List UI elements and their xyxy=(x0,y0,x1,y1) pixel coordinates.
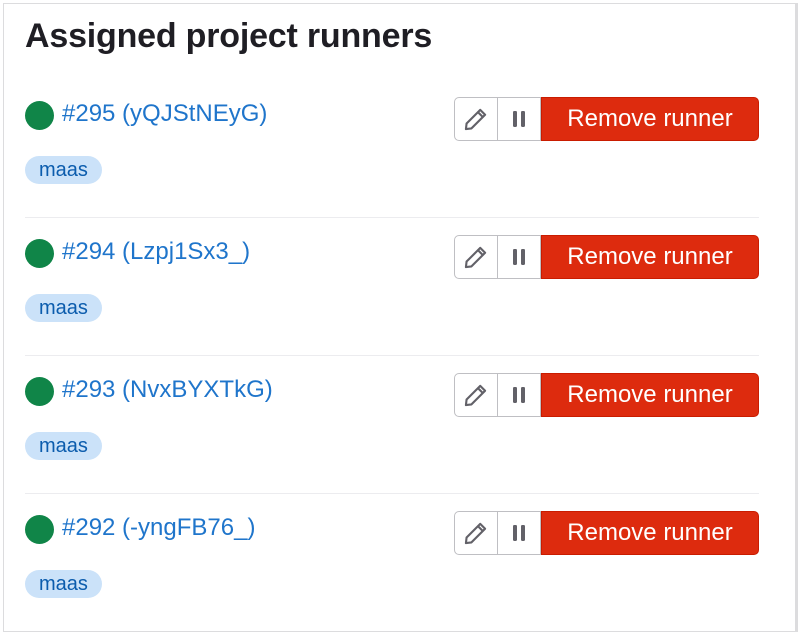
edit-runner-button[interactable] xyxy=(454,373,498,417)
runner-link[interactable]: #295 (yQJStNEyG) xyxy=(62,98,267,130)
runner-row: #293 (NvxBYXTkG) maas Remove runner xyxy=(25,356,759,494)
pause-runner-button[interactable] xyxy=(498,511,541,555)
runner-tag-badge: maas xyxy=(25,570,102,598)
edit-runner-button[interactable] xyxy=(454,97,498,141)
runner-actions: Remove runner xyxy=(454,373,759,417)
runner-tag-badge: maas xyxy=(25,156,102,184)
pause-runner-button[interactable] xyxy=(498,373,541,417)
status-dot-icon xyxy=(25,377,54,406)
runner-tag-badge: maas xyxy=(25,294,102,322)
pause-icon xyxy=(511,247,527,267)
pause-runner-button[interactable] xyxy=(498,235,541,279)
panel-title: Assigned project runners xyxy=(25,17,433,55)
runner-actions: Remove runner xyxy=(454,235,759,279)
assigned-runners-panel: Assigned project runners #295 (yQJStNEyG… xyxy=(3,3,798,632)
pencil-icon xyxy=(463,520,489,546)
runner-link[interactable]: #292 (-yngFB76_) xyxy=(62,512,255,544)
runner-tag-badge: maas xyxy=(25,432,102,460)
edit-runner-button[interactable] xyxy=(454,511,498,555)
pencil-icon xyxy=(463,382,489,408)
status-dot-icon xyxy=(25,239,54,268)
pause-runner-button[interactable] xyxy=(498,97,541,141)
remove-runner-button[interactable]: Remove runner xyxy=(541,97,759,141)
remove-runner-button[interactable]: Remove runner xyxy=(541,373,759,417)
runner-list: #295 (yQJStNEyG) maas Remove runner #294… xyxy=(25,80,759,632)
remove-runner-button[interactable]: Remove runner xyxy=(541,511,759,555)
pencil-icon xyxy=(463,106,489,132)
runner-row: #295 (yQJStNEyG) maas Remove runner xyxy=(25,80,759,218)
pause-icon xyxy=(511,109,527,129)
remove-runner-button[interactable]: Remove runner xyxy=(541,235,759,279)
runner-actions: Remove runner xyxy=(454,97,759,141)
pause-icon xyxy=(511,523,527,543)
edit-runner-button[interactable] xyxy=(454,235,498,279)
status-dot-icon xyxy=(25,101,54,130)
runner-link[interactable]: #294 (Lzpj1Sx3_) xyxy=(62,236,250,268)
runner-link[interactable]: #293 (NvxBYXTkG) xyxy=(62,374,273,406)
status-dot-icon xyxy=(25,515,54,544)
pause-icon xyxy=(511,385,527,405)
runner-row: #292 (-yngFB76_) maas Remove runner xyxy=(25,494,759,632)
runner-actions: Remove runner xyxy=(454,511,759,555)
pencil-icon xyxy=(463,244,489,270)
runner-row: #294 (Lzpj1Sx3_) maas Remove runner xyxy=(25,218,759,356)
